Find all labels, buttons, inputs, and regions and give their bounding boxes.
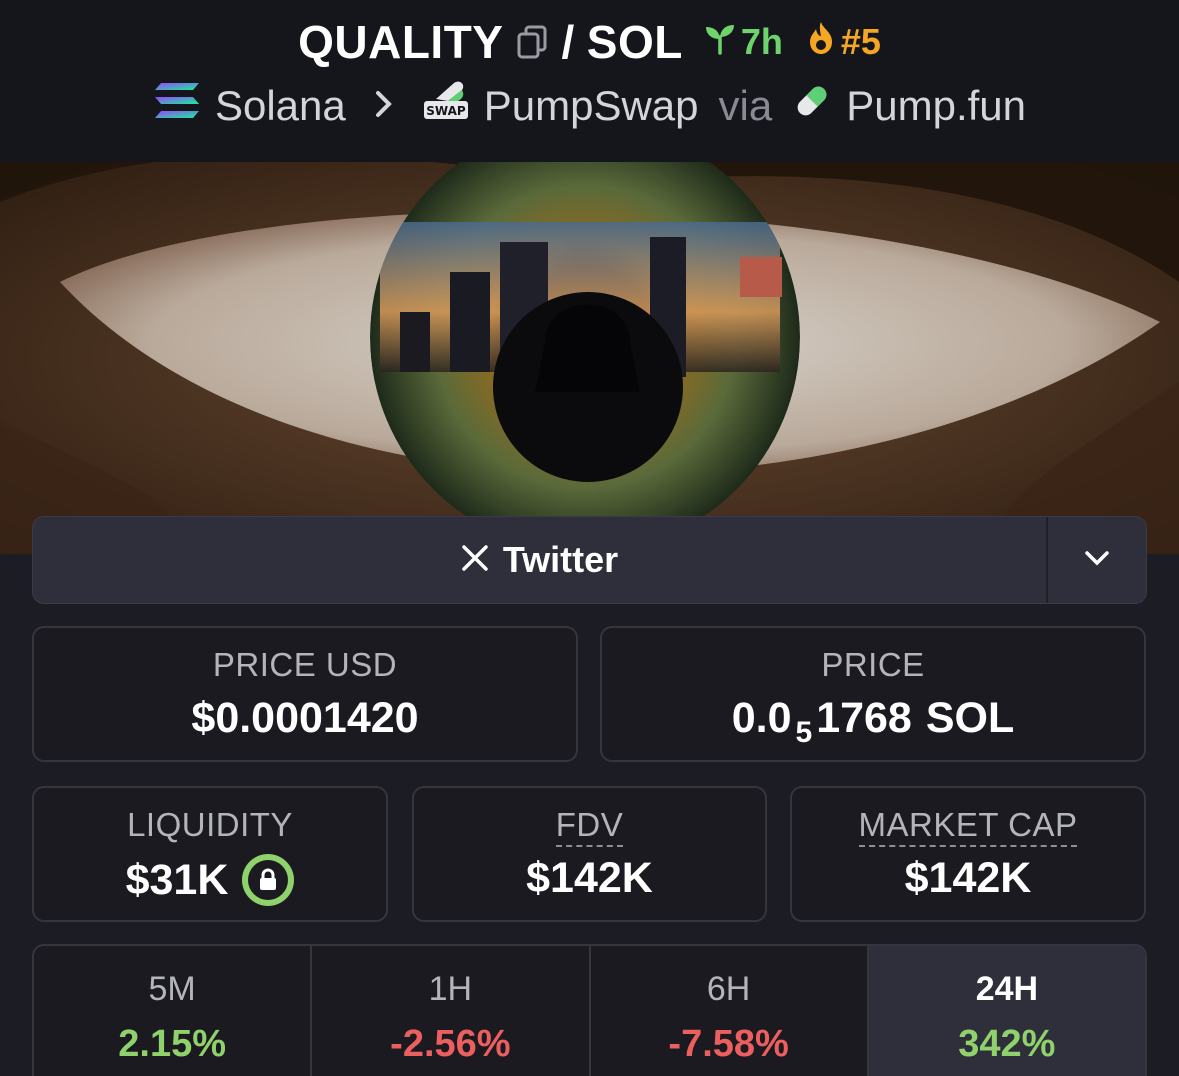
price-native-unit: SOL (925, 694, 1015, 742)
pair-separator: / (561, 16, 575, 68)
liquidity-label: LIQUIDITY (127, 806, 293, 843)
timeframe-tab-24h[interactable]: 24H 342% (868, 946, 1145, 1076)
fdv-card: FDV $142K (412, 786, 767, 922)
timeframe-tab-5m[interactable]: 5M 2.15% (34, 946, 313, 1076)
fdv-label[interactable]: FDV (555, 806, 624, 847)
pumpswap-logo-icon: SWAP (422, 79, 470, 133)
price-native-card: PRICE 0.0 5 1768 SOL (600, 626, 1146, 762)
fdv-value: $142K (526, 854, 653, 902)
liquidity-value-row: $31K (34, 854, 386, 906)
seedling-icon (703, 21, 737, 64)
liquidity-card: LIQUIDITY $31K (32, 786, 388, 922)
pair-title-row: QUALITY / SOL 7h #5 (0, 14, 1179, 70)
price-native-label: PRICE (821, 646, 925, 683)
timeframe-change: 2.15% (118, 1023, 226, 1065)
breadcrumb: Solana SWAP PumpSwap via Pump.fun (0, 78, 1179, 134)
timeframe-label: 6H (706, 970, 751, 1008)
breadcrumb-chain[interactable]: Solana (215, 82, 346, 130)
market-cap-value: $142K (904, 854, 1032, 902)
timeframe-changes: 5M 2.15% 1H -2.56% 6H -7.58% 24H 342% (32, 944, 1147, 1076)
x-logo-icon (461, 539, 489, 581)
breadcrumb-launchpad[interactable]: Pump.fun (846, 82, 1026, 130)
base-token-symbol: QUALITY (298, 16, 504, 68)
market-cap-label[interactable]: MARKET CAP (858, 806, 1078, 847)
price-usd-label: PRICE USD (212, 646, 398, 683)
lock-icon[interactable] (242, 854, 295, 906)
solana-logo-icon (153, 81, 201, 131)
timeframe-tab-6h[interactable]: 6H -7.58% (591, 946, 869, 1076)
timeframe-change: -7.58% (668, 1023, 789, 1065)
flame-icon (805, 20, 837, 65)
price-native-value: 0.0 5 1768 SOL (602, 694, 1144, 749)
svg-text:SWAP: SWAP (426, 104, 466, 118)
timeframe-tab-1h[interactable]: 1H -2.56% (312, 946, 591, 1076)
price-native-prefix: 0.0 (731, 694, 792, 742)
chevron-down-icon (1084, 550, 1110, 571)
price-native-zero-count: 5 (795, 715, 813, 749)
social-links-bar: Twitter (32, 516, 1147, 604)
price-native-digits: 1768 (816, 694, 912, 742)
price-usd-value: $0.0001420 (191, 694, 419, 742)
breadcrumb-via: via (718, 82, 773, 129)
copy-icon[interactable] (515, 23, 549, 61)
pair-age-text: 7h (740, 21, 783, 62)
chevron-right-icon (374, 84, 394, 129)
timeframe-label: 24H (975, 970, 1039, 1008)
token-banner-image (0, 162, 1179, 554)
timeframe-change: -2.56% (390, 1023, 511, 1065)
timeframe-label: 1H (428, 970, 473, 1008)
market-cap-card: MARKET CAP $142K (790, 786, 1146, 922)
twitter-label: Twitter (502, 539, 619, 580)
twitter-button[interactable]: Twitter (33, 517, 1046, 603)
timeframe-label: 5M (148, 970, 196, 1008)
breadcrumb-dex[interactable]: PumpSwap (484, 82, 699, 130)
trending-badge[interactable]: #5 (805, 20, 881, 65)
trending-rank: #5 (840, 21, 881, 62)
pill-icon (792, 81, 832, 131)
pair-header: QUALITY / SOL 7h #5 Solana SWAP PumpSwap… (0, 0, 1179, 162)
social-dropdown-toggle[interactable] (1046, 517, 1146, 603)
quote-token-symbol: SOL (586, 16, 683, 68)
timeframe-change: 342% (958, 1023, 1056, 1065)
price-usd-card: PRICE USD $0.0001420 (32, 626, 578, 762)
pair-age-badge: 7h (703, 21, 783, 64)
liquidity-value: $31K (125, 855, 229, 904)
